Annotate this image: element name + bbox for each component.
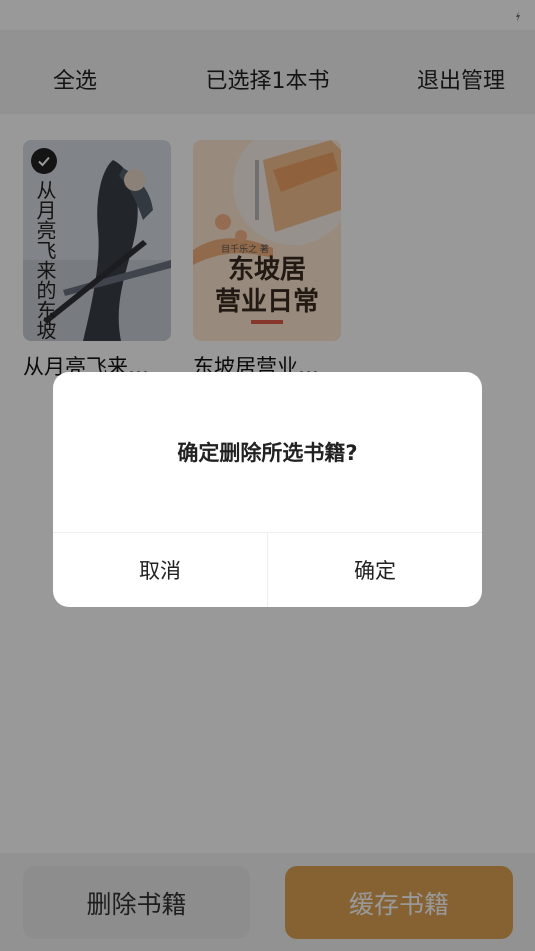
dialog-message: 确定删除所选书籍? (177, 441, 358, 465)
confirm-delete-dialog: 确定删除所选书籍? 取消 确定 (53, 372, 482, 607)
confirm-button[interactable]: 确定 (268, 533, 482, 607)
dialog-actions: 取消 确定 (53, 532, 482, 607)
cancel-button[interactable]: 取消 (53, 533, 268, 607)
